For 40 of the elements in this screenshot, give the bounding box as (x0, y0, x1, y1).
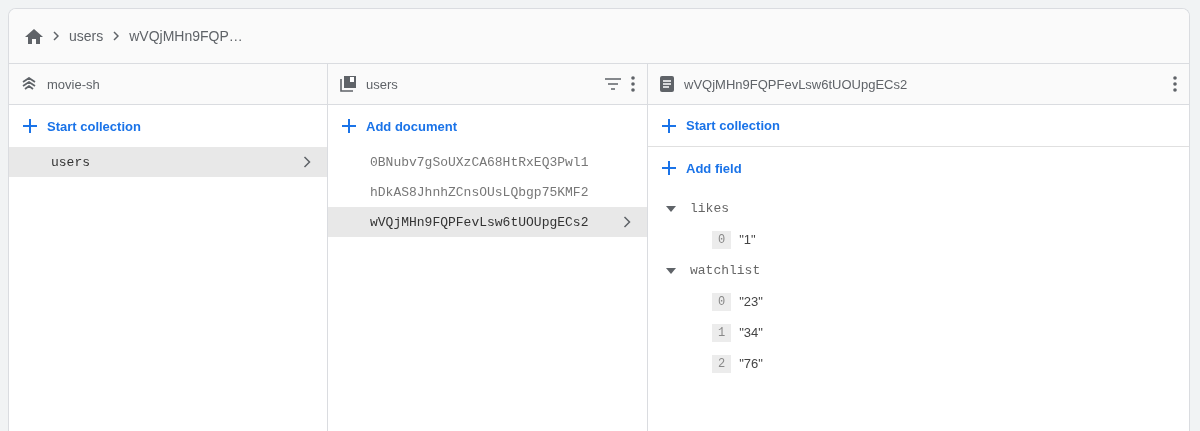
field-name: likes (690, 201, 729, 216)
field-value: "34" (739, 325, 763, 340)
panel-title: movie-sh (47, 76, 101, 92)
document-item[interactable]: wVQjMHn9FQPFevLsw6tUOUpgECs2 (328, 207, 647, 237)
field-value: "76" (739, 356, 763, 371)
document-icon (660, 76, 674, 92)
plus-icon (662, 118, 676, 133)
document-item[interactable]: 0BNubv7gSoUXzCA68HtRxEQ3Pwl1 (328, 147, 647, 177)
caret-icon[interactable] (666, 205, 676, 212)
collection-item[interactable]: users (9, 147, 327, 177)
chevron-right-icon (113, 31, 120, 41)
add-field-button[interactable]: Add field (648, 147, 1189, 189)
collection-icon (340, 76, 356, 92)
panel-title: wVQjMHn9FQPFevLsw6tUOUpgECs2 (684, 76, 909, 92)
caret-icon[interactable] (666, 267, 676, 274)
chevron-right-icon (53, 31, 59, 41)
breadcrumb-link[interactable]: users (69, 28, 104, 44)
filter-icon[interactable] (605, 78, 621, 90)
chevron-right-icon (623, 216, 631, 228)
layers-icon (21, 77, 37, 91)
plus-icon (23, 119, 37, 133)
array-index: 0 (712, 292, 732, 311)
field-value: "1" (739, 232, 756, 247)
field-name: watchlist (690, 263, 761, 278)
home-icon[interactable] (25, 28, 43, 44)
array-index: 0 (712, 230, 732, 249)
start-collection-button[interactable]: Start collection (648, 105, 1189, 147)
more-options-icon[interactable] (1173, 76, 1177, 92)
breadcrumb-link[interactable]: wVQjMHn9FQP… (129, 28, 243, 44)
plus-icon (342, 119, 356, 133)
panel-title: users (366, 76, 399, 92)
array-index: 2 (712, 354, 732, 373)
more-options-icon[interactable] (631, 76, 635, 92)
field-value: "23" (739, 294, 763, 309)
chevron-right-icon (303, 156, 311, 168)
add-document-button[interactable]: Add document (328, 105, 647, 147)
document-item[interactable]: hDkAS8JhnhZCnsOUsLQbgp75KMF2 (328, 177, 647, 207)
array-index: 1 (712, 323, 732, 342)
start-collection-button[interactable]: Start collection (9, 105, 327, 147)
plus-icon (662, 161, 676, 175)
